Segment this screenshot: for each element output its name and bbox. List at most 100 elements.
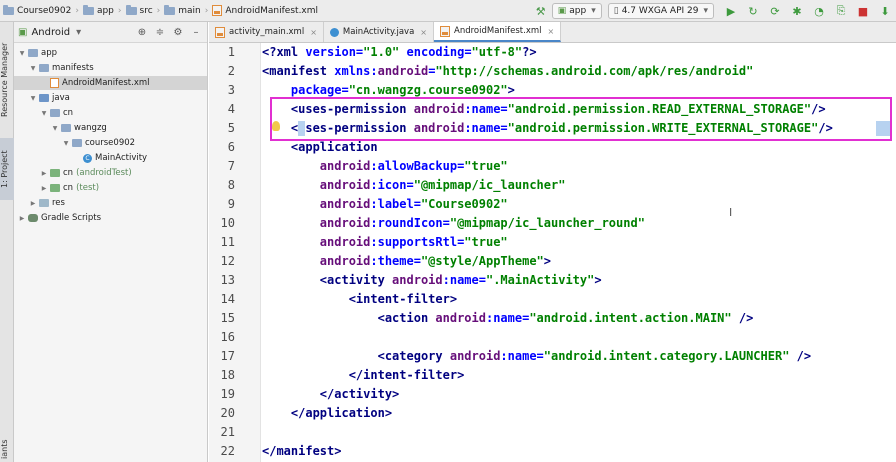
line-number-gutter: 1 2 3 4 5 6 7 8 9 10 11 12 13 14 15 16 17 18 19 20 21 22 bbox=[209, 43, 261, 462]
tree-item-label: MainActivity bbox=[95, 153, 148, 163]
tree-item[interactable]: ▼ wangzg bbox=[14, 121, 207, 135]
close-icon[interactable]: × bbox=[420, 28, 427, 37]
code-token: encoding= bbox=[406, 45, 472, 59]
code-token: android bbox=[435, 311, 486, 325]
device-select[interactable]: ▯ 4.7 WXGA API 29 ▾ bbox=[607, 3, 714, 19]
line-number: 13 bbox=[220, 273, 235, 287]
apply-changes-icon[interactable]: ↻ bbox=[745, 3, 761, 19]
code-token: "@style/AppTheme" bbox=[420, 254, 544, 268]
line-number: 11 bbox=[220, 235, 235, 249]
code-token: :supportsRtl= bbox=[370, 235, 465, 249]
tree-item[interactable]: ▶ cn (androidTest) bbox=[14, 166, 207, 180]
code-token: <?xml bbox=[262, 45, 306, 59]
project-tab[interactable]: 1: Project bbox=[0, 138, 14, 200]
code-token: android bbox=[319, 178, 371, 192]
tree-item[interactable]: C MainActivity bbox=[14, 151, 207, 165]
expanded-arrow-icon[interactable]: ▼ bbox=[29, 95, 37, 102]
hide-icon[interactable]: – bbox=[189, 27, 203, 38]
tab-mainactivity-java[interactable]: MainActivity.java × bbox=[324, 22, 434, 42]
code-token: /> bbox=[789, 349, 812, 363]
tree-item[interactable]: ▶ Gradle Scripts bbox=[14, 211, 207, 225]
tree-item[interactable]: ▶ cn (test) bbox=[14, 181, 207, 195]
project-view-select[interactable]: ▣ Android ▾ bbox=[18, 27, 81, 38]
profiler-icon[interactable]: ◔ bbox=[811, 3, 827, 19]
build-variants-tab[interactable]: iants bbox=[0, 436, 14, 462]
tree-item[interactable]: AndroidManifest.xml bbox=[14, 76, 207, 90]
tree-item[interactable]: ▼ app bbox=[14, 46, 207, 60]
tab-activity-main-xml[interactable]: activity_main.xml × bbox=[209, 22, 324, 42]
gear-icon[interactable]: ⚙ bbox=[171, 27, 185, 38]
code-token: <manifest bbox=[262, 64, 335, 78]
tree-item-label: manifests bbox=[52, 63, 94, 73]
expanded-arrow-icon[interactable]: ▼ bbox=[29, 65, 37, 72]
expanded-arrow-icon[interactable]: ▼ bbox=[40, 110, 48, 117]
folder-icon bbox=[72, 139, 82, 147]
text-cursor-icon: I bbox=[729, 206, 733, 219]
collapsed-arrow-icon[interactable]: ▶ bbox=[40, 170, 48, 177]
code-token: <intent-filter> bbox=[348, 292, 458, 306]
tree-item[interactable]: ▼ manifests bbox=[14, 61, 207, 75]
line-number: 4 bbox=[227, 102, 235, 116]
breadcrumb-src[interactable]: src bbox=[123, 0, 156, 22]
tree-item[interactable]: ▶ res bbox=[14, 196, 207, 210]
android-icon: ▣ bbox=[557, 6, 567, 16]
apply-code-changes-icon[interactable]: ⟳ bbox=[767, 3, 783, 19]
line-number: 10 bbox=[220, 216, 235, 230]
target-icon[interactable]: ⊕ bbox=[135, 27, 149, 38]
line-number: 14 bbox=[220, 292, 235, 306]
tree-item[interactable]: ▼ java bbox=[14, 91, 207, 105]
expanded-arrow-icon[interactable]: ▼ bbox=[62, 140, 70, 147]
tab-label: AndroidManifest.xml bbox=[454, 26, 542, 36]
debug-icon[interactable]: ✱ bbox=[789, 3, 805, 19]
code-token: "true" bbox=[464, 159, 508, 173]
collapsed-arrow-icon[interactable]: ▶ bbox=[29, 200, 37, 207]
code-token: /> bbox=[731, 311, 754, 325]
tree-item[interactable]: ▼ cn bbox=[14, 106, 207, 120]
line-number: 20 bbox=[220, 406, 235, 420]
breadcrumb-main[interactable]: main bbox=[161, 0, 204, 22]
editor-tabs: activity_main.xml × MainActivity.java × Andr… bbox=[209, 22, 896, 43]
tab-androidmanifest-xml[interactable]: AndroidManifest.xml × bbox=[434, 22, 562, 42]
stop-icon[interactable]: ■ bbox=[855, 3, 871, 19]
run-icon[interactable]: ▶ bbox=[723, 3, 739, 19]
collapsed-arrow-icon[interactable]: ▶ bbox=[40, 185, 48, 192]
breadcrumb-file[interactable]: AndroidManifest.xml bbox=[209, 0, 321, 22]
close-icon[interactable]: × bbox=[548, 27, 555, 36]
folder-icon bbox=[39, 199, 49, 207]
close-icon[interactable]: × bbox=[310, 28, 317, 37]
hammer-icon[interactable]: ⚒ bbox=[533, 3, 549, 19]
expanded-arrow-icon[interactable]: ▼ bbox=[51, 125, 59, 132]
run-config-select[interactable]: ▣ app ▾ bbox=[551, 3, 602, 19]
code-token: android bbox=[319, 235, 371, 249]
collapsed-arrow-icon[interactable]: ▶ bbox=[18, 215, 26, 222]
xml-file-icon bbox=[50, 78, 59, 88]
tab-label: MainActivity.java bbox=[342, 27, 415, 37]
collapse-all-icon[interactable]: ≑ bbox=[153, 27, 167, 38]
line-number: 2 bbox=[227, 64, 235, 78]
code-token: android bbox=[319, 159, 371, 173]
code-line: <manifest xmlns:android="http://schemas.… bbox=[262, 64, 753, 83]
chevron-right-icon: › bbox=[204, 5, 209, 16]
code-line: </manifest> bbox=[262, 444, 341, 462]
line-number: 12 bbox=[220, 254, 235, 268]
tree-item-label: cn bbox=[63, 168, 74, 178]
breadcrumb-app[interactable]: app bbox=[80, 0, 117, 22]
expanded-arrow-icon[interactable]: ▼ bbox=[18, 50, 26, 57]
xml-file-icon bbox=[215, 26, 225, 38]
attach-debugger-icon[interactable]: ⎘ bbox=[833, 3, 849, 19]
tree-item[interactable]: ▼ course0902 bbox=[14, 136, 207, 150]
sdk-manager-icon[interactable]: ⬇ bbox=[877, 3, 893, 19]
code-line: </application> bbox=[262, 406, 392, 425]
breadcrumb-project[interactable]: Course0902 bbox=[0, 0, 74, 22]
tree-item-label: java bbox=[52, 93, 70, 103]
resource-manager-tab[interactable]: Resource Manager bbox=[0, 30, 14, 130]
tree-item-label: app bbox=[41, 48, 57, 58]
xml-file-icon bbox=[440, 25, 450, 37]
